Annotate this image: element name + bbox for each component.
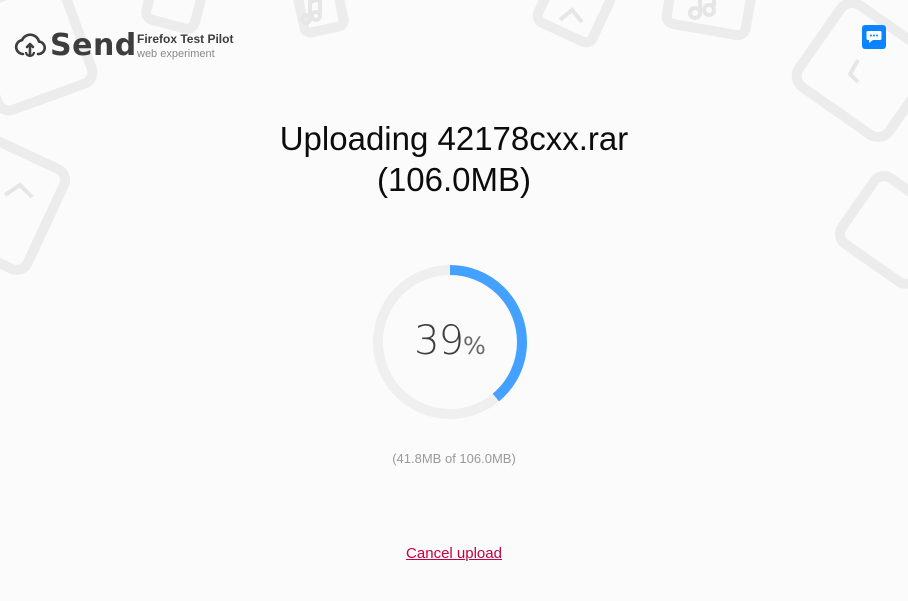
upload-title: Uploading 42178cxx.rar (106.0MB) <box>0 118 908 200</box>
send-logo[interactable]: Send <box>14 28 137 63</box>
upload-page: Send Firefox Test Pilot web experiment U… <box>0 0 908 601</box>
feedback-button[interactable] <box>862 25 886 49</box>
send-cloud-icon <box>14 32 46 57</box>
upload-filename: Uploading 42178cxx.rar <box>279 120 629 157</box>
progress-percent-sign: % <box>463 332 486 360</box>
cancel-upload-link[interactable]: Cancel upload <box>406 545 502 562</box>
test-pilot-badge[interactable]: Firefox Test Pilot web experiment <box>137 32 233 62</box>
cancel-container: Cancel upload <box>0 545 908 563</box>
upload-size-progress: (41.8MB of 106.0MB) <box>392 451 516 466</box>
upload-filesize: (106.0MB) <box>376 161 532 198</box>
progress-percentage: 39% <box>370 318 530 364</box>
test-pilot-subtitle: web experiment <box>137 48 215 61</box>
chat-bubble-icon <box>866 31 882 43</box>
progress-percent-value: 39 <box>414 318 464 364</box>
test-pilot-title: Firefox Test Pilot <box>137 32 234 46</box>
app-name: Send <box>50 28 137 63</box>
